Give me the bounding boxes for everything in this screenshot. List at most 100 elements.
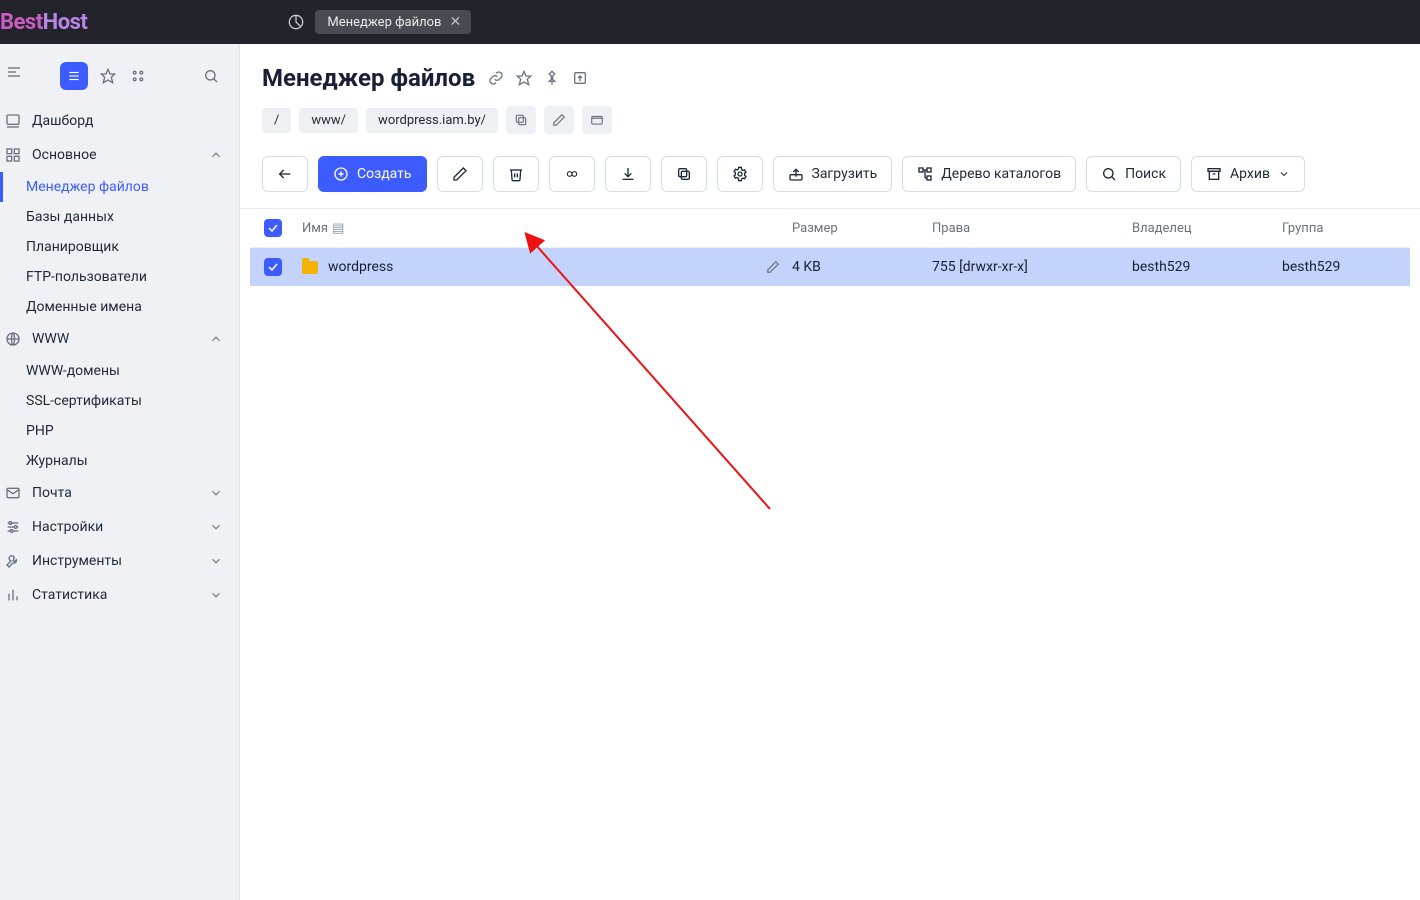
sidebar-item-settings[interactable]: Настройки [0,510,239,544]
gear-icon [732,166,748,182]
sidebar-item-main[interactable]: Основное [0,138,239,172]
breadcrumb: / www/ wordpress.iam.by/ [262,106,1398,134]
star-icon[interactable] [98,66,118,86]
open-folder-icon[interactable] [582,106,612,134]
sidebar-item-stats[interactable]: Статистика [0,578,239,612]
star-icon[interactable] [515,69,533,87]
upload-button[interactable]: Загрузить [773,156,893,192]
chevron-down-icon [1278,168,1290,180]
pencil-icon [452,166,468,182]
sidebar-item-label: WWW [32,331,69,347]
col-owner[interactable]: Владелец [1132,221,1282,236]
sidebar: Дашборд Основное Менеджер файлов Базы да… [0,44,240,900]
bars-icon [4,586,22,604]
globe-icon [4,330,22,348]
plus-circle-icon [333,166,349,182]
collapse-icon[interactable] [6,64,22,80]
col-name[interactable]: Имя▤ [302,221,792,236]
sidebar-item-label: Настройки [32,519,103,535]
dashboard-icon [4,112,22,130]
col-group[interactable]: Группа [1282,221,1402,236]
chevron-down-icon [207,586,225,604]
delete-button[interactable] [493,156,539,192]
sliders-icon [4,518,22,536]
page-title: Менеджер файлов [262,64,475,92]
tree-icon [917,166,933,182]
upload-icon [788,166,804,182]
file-group: besth529 [1282,259,1402,275]
copy-icon [676,166,692,182]
sidebar-item-www-domains[interactable]: WWW-домены [26,356,239,386]
chevron-up-icon [207,146,225,164]
sidebar-item-domain-names[interactable]: Доменные имена [26,292,239,322]
breadcrumb-root[interactable]: / [262,108,291,133]
table-row[interactable]: wordpress 4 KB 755 [drwxr-xr-x] besth529… [250,248,1410,286]
col-perms[interactable]: Права [932,221,1132,236]
copy-path-icon[interactable] [506,106,536,134]
wrench-icon [4,552,22,570]
sidebar-item-scheduler[interactable]: Планировщик [26,232,239,262]
edit-path-icon[interactable] [544,106,574,134]
archive-button[interactable]: Архив [1191,156,1305,192]
topbar: BestHost Менеджер файлов ✕ [0,0,1420,44]
brand-logo: BestHost [0,10,87,35]
sidebar-item-label: Почта [32,485,72,501]
col-size[interactable]: Размер [792,221,932,236]
search-button[interactable]: Поиск [1086,156,1181,192]
chevron-down-icon [207,552,225,570]
list-view-icon[interactable] [60,62,88,90]
chevron-down-icon [207,484,225,502]
sidebar-item-mail[interactable]: Почта [0,476,239,510]
sort-icon: ▤ [332,221,344,236]
chevron-up-icon [207,330,225,348]
download-button[interactable] [605,156,651,192]
edit-button[interactable] [437,156,483,192]
sidebar-item-file-manager[interactable]: Менеджер файлов [26,172,239,202]
tab-file-manager[interactable]: Менеджер файлов ✕ [315,10,471,34]
pie-icon[interactable] [287,13,305,31]
view-button[interactable] [549,156,595,192]
external-icon[interactable] [571,69,589,87]
row-checkbox[interactable] [264,258,282,276]
sidebar-item-label: Дашборд [32,113,93,129]
file-name: wordpress [328,259,393,275]
search-icon[interactable] [201,66,221,86]
pencil-icon[interactable] [766,260,780,274]
create-button[interactable]: Создать [318,156,427,192]
breadcrumb-www[interactable]: www/ [299,108,358,133]
toolbar: Создать Загрузить Дерево каталогов Поиск [240,142,1420,209]
sidebar-item-tools[interactable]: Инструменты [0,544,239,578]
sidebar-item-dashboard[interactable]: Дашборд [0,104,239,138]
file-owner: besth529 [1132,259,1282,275]
sidebar-item-label: Инструменты [32,553,122,569]
link-icon[interactable] [487,69,505,87]
puzzle-icon[interactable] [128,66,148,86]
breadcrumb-domain[interactable]: wordpress.iam.by/ [366,108,498,133]
file-perms: 755 [drwxr-xr-x] [932,259,1132,275]
sidebar-item-label: Статистика [32,587,107,603]
tab-label: Менеджер файлов [327,15,441,30]
sidebar-item-www[interactable]: WWW [0,322,239,356]
folder-icon [302,261,318,274]
sidebar-item-databases[interactable]: Базы данных [26,202,239,232]
main-content: Менеджер файлов / www/ wordpress.iam.by/ [240,44,1420,900]
file-table: Имя▤ Размер Права Владелец Группа wordpr… [240,209,1420,900]
copy-button[interactable] [661,156,707,192]
close-icon[interactable]: ✕ [449,14,461,30]
file-size: 4 KB [792,259,932,275]
pin-icon[interactable] [543,69,561,87]
sidebar-item-ssl[interactable]: SSL-сертификаты [26,386,239,416]
search-icon [1101,166,1117,182]
tree-button[interactable]: Дерево каталогов [902,156,1076,192]
chevron-down-icon [207,518,225,536]
archive-icon [1206,166,1222,182]
view-icon [563,167,581,181]
select-all-checkbox[interactable] [264,219,282,237]
back-button[interactable] [262,156,308,192]
sidebar-item-php[interactable]: PHP [26,416,239,446]
settings-button[interactable] [717,156,763,192]
grid-icon [4,146,22,164]
sidebar-item-ftp-users[interactable]: FTP-пользователи [26,262,239,292]
mail-icon [4,484,22,502]
sidebar-item-logs[interactable]: Журналы [26,446,239,476]
